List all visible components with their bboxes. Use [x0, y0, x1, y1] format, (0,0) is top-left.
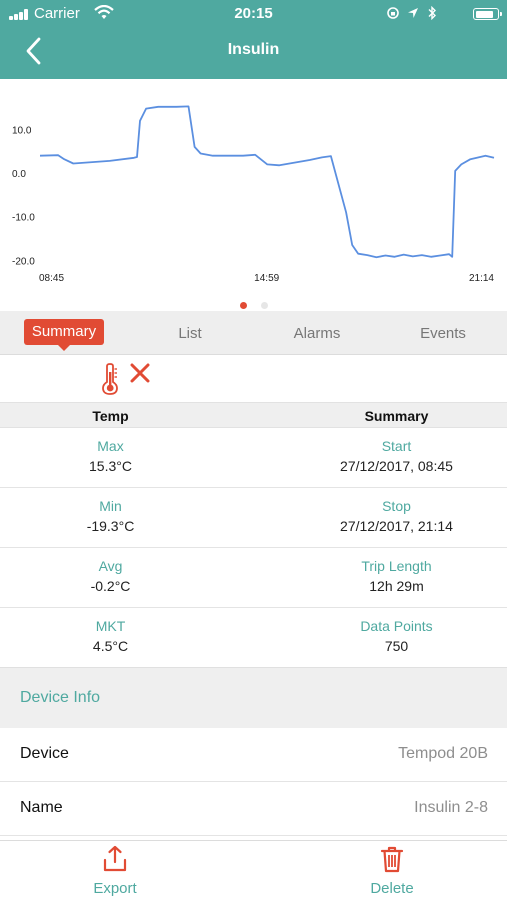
segmented-tabs: Summary List Alarms Events [0, 311, 507, 355]
stat-value: 12h 29m [369, 578, 424, 594]
tab-events[interactable]: Events [380, 325, 506, 342]
delete-label: Delete [370, 880, 414, 897]
stat-value: -0.2°C [90, 578, 131, 594]
y-tick-label: -10.0 [12, 213, 35, 224]
export-label: Export [93, 880, 137, 897]
stat-value: -19.3°C [86, 518, 135, 534]
stat-value: 750 [384, 638, 409, 654]
page-dot-2[interactable] [260, 302, 268, 309]
temp-column-header: Temp [92, 408, 129, 424]
trash-icon [380, 846, 404, 873]
page-title: Insulin [227, 41, 280, 58]
tab-list[interactable]: List [127, 325, 253, 342]
device-row[interactable]: Device Tempod 20B [0, 728, 507, 782]
orientation-lock-icon [386, 6, 399, 19]
location-icon [408, 7, 419, 18]
stat-label: Max [97, 438, 124, 454]
stat-label: Min [99, 498, 122, 514]
y-tick-label: 0.0 [12, 169, 26, 180]
close-icon[interactable] [129, 362, 151, 384]
status-icons [386, 4, 437, 20]
device-info-header: Device Info [0, 667, 507, 728]
export-button[interactable]: Export [55, 845, 175, 897]
stat-label: Avg [98, 558, 123, 574]
stat-label: MKT [95, 618, 126, 634]
temperature-series-line [39, 105, 495, 259]
action-bar: Export Delete [0, 840, 507, 900]
stat-label: Trip Length [361, 558, 432, 574]
tab-summary[interactable]: Summary [24, 319, 104, 351]
stat-label: Data Points [360, 618, 433, 634]
x-tick-label: 14:59 [254, 273, 279, 284]
stat-label: Start [381, 438, 412, 454]
battery-icon [473, 8, 502, 20]
export-icon [103, 845, 127, 872]
device-label: Device [20, 745, 69, 762]
stats-header: Temp Summary [0, 402, 507, 428]
sensor-filter [0, 355, 507, 402]
name-value: Insulin 2-8 [414, 799, 488, 816]
page-dot-1[interactable] [239, 302, 247, 309]
stat-value: 27/12/2017, 08:45 [340, 458, 453, 474]
stats-row: Avg -0.2°C Trip Length 12h 29m [0, 548, 507, 608]
name-label: Name [20, 799, 63, 816]
stats-row: Max 15.3°C Start 27/12/2017, 08:45 [0, 428, 507, 488]
bluetooth-icon [428, 5, 436, 20]
x-tick-label: 21:14 [469, 273, 494, 284]
stat-value: 4.5°C [92, 638, 129, 654]
navigation-bar: Carrier 20:15 Insulin [0, 0, 507, 79]
summary-column-header: Summary [364, 408, 429, 424]
tab-alarms[interactable]: Alarms [254, 325, 380, 342]
temperature-chart[interactable]: 10.0 0.0 -10.0 -20.0 08:45 14:59 21:14 [0, 79, 507, 311]
delete-button[interactable]: Delete [332, 845, 452, 897]
stat-value: 15.3°C [89, 458, 132, 474]
section-title: Device Info [20, 689, 101, 706]
stats-row: Min -19.3°C Stop 27/12/2017, 21:14 [0, 488, 507, 548]
name-row[interactable]: Name Insulin 2-8 [0, 782, 507, 836]
x-tick-label: 08:45 [39, 273, 64, 284]
y-tick-label: -20.0 [12, 256, 35, 267]
stats-row: MKT 4.5°C Data Points 750 [0, 608, 507, 668]
thermometer-icon[interactable] [100, 363, 120, 395]
stat-value: 27/12/2017, 21:14 [340, 518, 453, 534]
stat-label: Stop [382, 498, 411, 514]
y-tick-label: 10.0 [12, 126, 32, 137]
device-value: Tempod 20B [398, 745, 488, 762]
status-bar: Carrier 20:15 [0, 0, 507, 28]
